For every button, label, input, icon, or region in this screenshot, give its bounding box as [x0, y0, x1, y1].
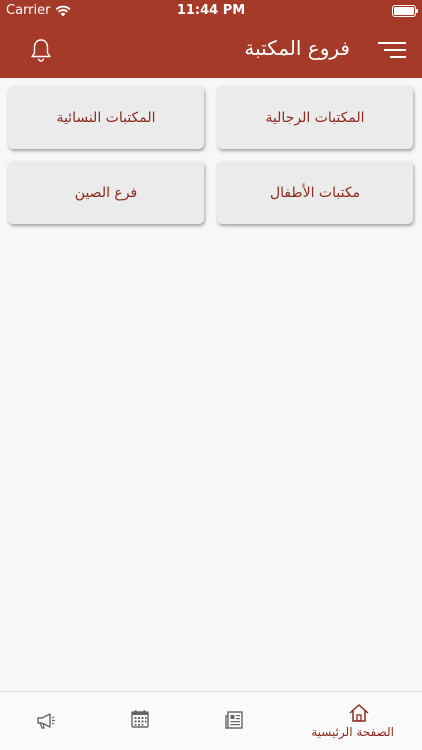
branch-card-men[interactable]: المكتبات الرجالية [217, 86, 413, 149]
branch-label: المكتبات الرجالية [265, 109, 365, 126]
megaphone-icon [37, 713, 55, 729]
branch-label: المكتبات النسائية [56, 109, 156, 126]
branch-card-china[interactable]: فرع الصين [8, 161, 204, 224]
branch-card-women[interactable]: المكتبات النسائية [8, 86, 204, 149]
nav-bar: فروع المكتبة [0, 22, 422, 78]
battery-icon [392, 5, 418, 17]
home-icon [349, 704, 369, 722]
calendar-icon [131, 710, 149, 728]
menu-button[interactable] [378, 39, 408, 61]
tab-news[interactable] [212, 692, 256, 750]
branch-label: فرع الصين [74, 184, 138, 201]
tab-calendar[interactable] [118, 692, 162, 750]
menu-icon [378, 42, 406, 58]
tab-home-label: الصفحة الرئيسية [311, 725, 394, 739]
status-bar: Carrier 11:44 PM [0, 0, 422, 22]
tab-home[interactable]: الصفحة الرئيسية [311, 692, 394, 750]
branch-label: مكتبات الأطفال [269, 184, 361, 201]
notifications-button[interactable] [28, 37, 54, 63]
branch-card-children[interactable]: مكتبات الأطفال [217, 161, 413, 224]
tab-bar: الصفحة الرئيسية [0, 691, 422, 750]
tab-announcements[interactable] [24, 692, 68, 750]
status-time: 11:44 PM [176, 3, 246, 18]
page-title: فروع المكتبة [244, 36, 350, 60]
newspaper-icon [225, 711, 243, 729]
bell-icon [31, 39, 51, 62]
